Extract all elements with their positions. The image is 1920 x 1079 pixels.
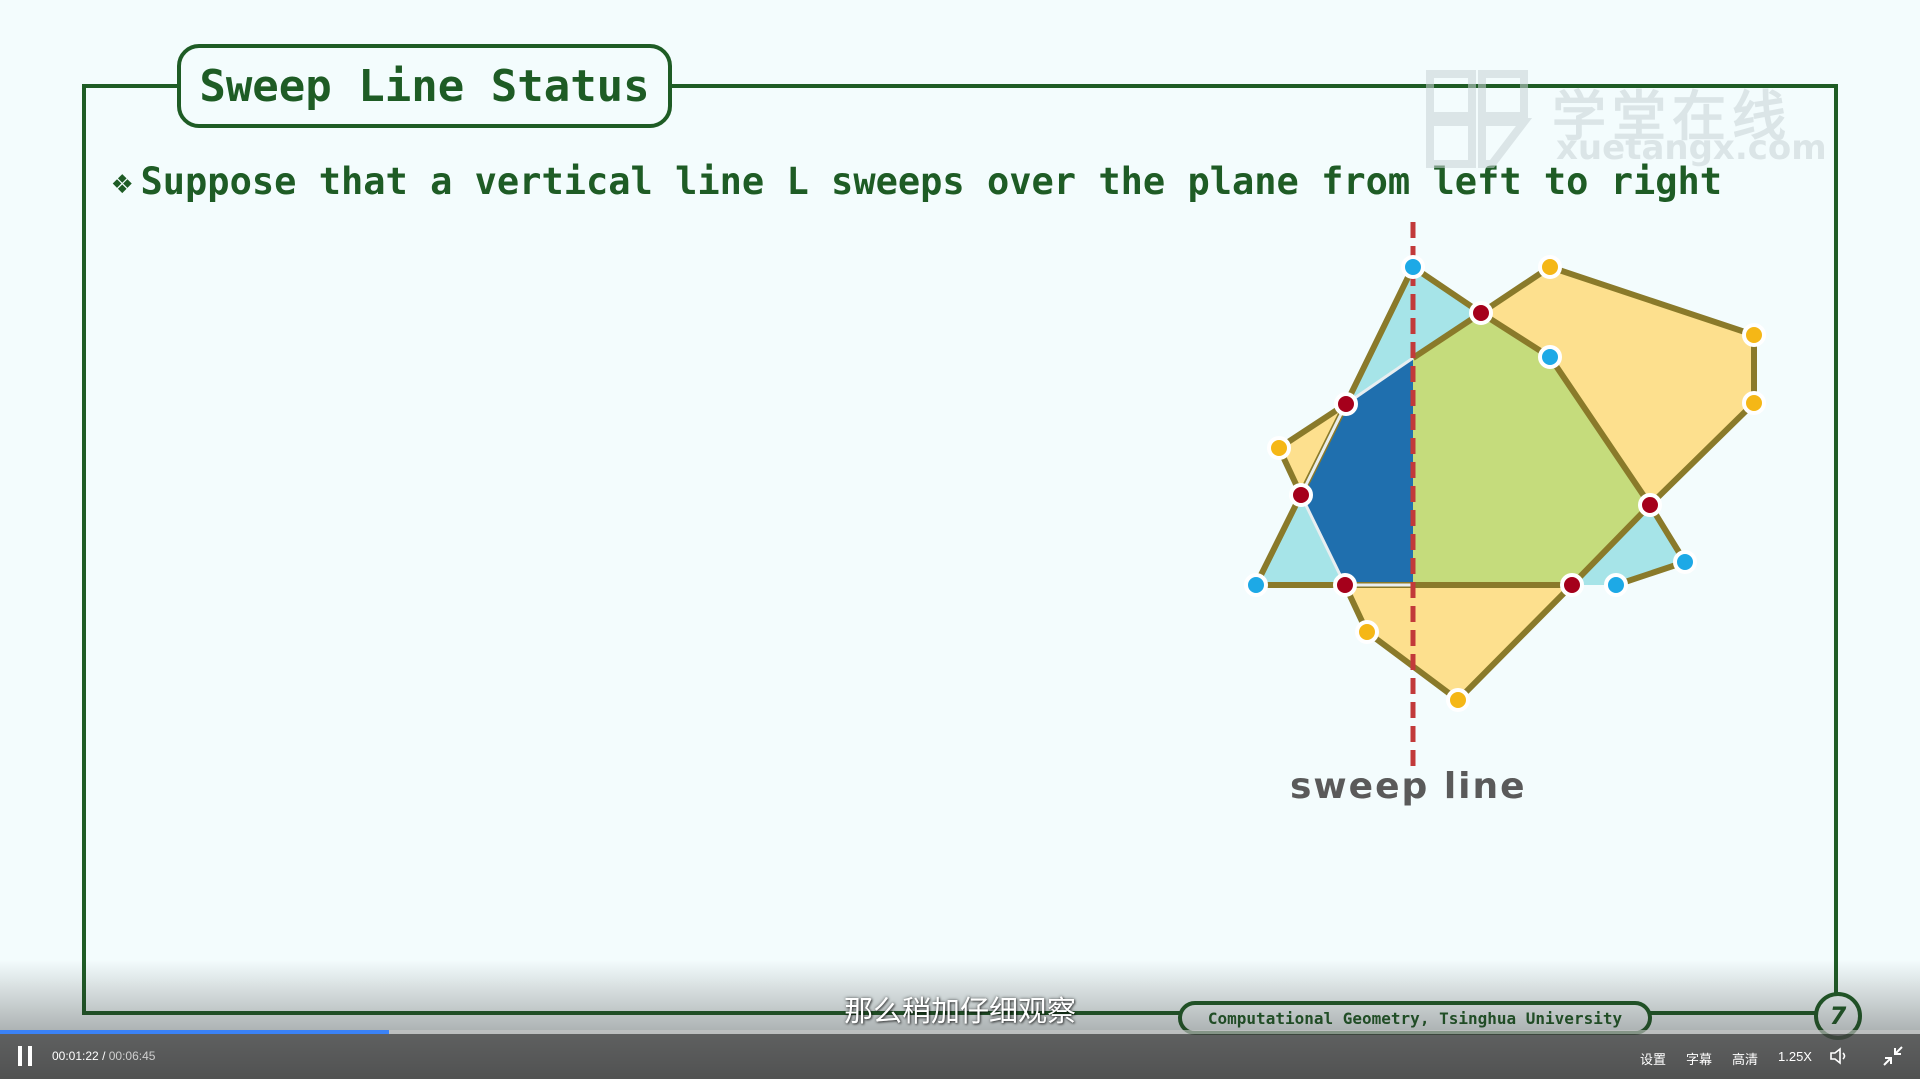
settings-button[interactable]: 设置	[1640, 1049, 1666, 1068]
intersection-point	[1638, 493, 1662, 517]
current-time: 00:01:22	[52, 1049, 99, 1063]
book-logo-icon	[1426, 70, 1533, 168]
exit-fullscreen-icon[interactable]	[1882, 1045, 1904, 1067]
event-point	[1604, 573, 1628, 597]
pause-icon[interactable]	[18, 1046, 34, 1066]
event-point	[1244, 573, 1268, 597]
sweep-line-label: sweep line	[1290, 766, 1527, 807]
event-point	[1742, 391, 1766, 415]
speed-button[interactable]: 1.25X	[1778, 1049, 1812, 1064]
event-point	[1355, 620, 1379, 644]
intersection-point	[1469, 301, 1493, 325]
intersection-point	[1334, 392, 1358, 416]
total-time: 00:06:45	[108, 1049, 156, 1063]
sweep-line-diagram	[1244, 222, 1766, 770]
intersection-point	[1289, 483, 1313, 507]
slide-title-box: Sweep Line Status	[177, 44, 672, 128]
volume-icon[interactable]	[1829, 1046, 1851, 1066]
player-controls: 00:01:22 / 00:06:45 设置 字幕 高清 1.25X	[0, 1034, 1920, 1079]
intersection-point	[1333, 573, 1357, 597]
watermark-logo: 学堂在线 xuetangx.com	[1422, 64, 1827, 174]
quality-button[interactable]: 高清	[1732, 1049, 1758, 1068]
captions-button[interactable]: 字幕	[1686, 1049, 1712, 1068]
event-point	[1673, 550, 1697, 574]
slide: Sweep Line Status ❖ Suppose that a verti…	[0, 0, 1920, 1079]
event-point	[1538, 345, 1562, 369]
intersection-point	[1560, 573, 1584, 597]
event-point	[1401, 255, 1425, 279]
slide-title: Sweep Line Status	[199, 60, 650, 112]
event-point	[1446, 688, 1470, 712]
diamond-bullet-icon: ❖	[112, 161, 133, 202]
event-point	[1742, 323, 1766, 347]
watermark-url: xuetangx.com	[1556, 128, 1827, 168]
time-separator: /	[102, 1049, 106, 1063]
video-subtitle: 那么稍加仔细观察	[843, 994, 1076, 1028]
event-point	[1538, 255, 1562, 279]
time-display: 00:01:22 / 00:06:45	[52, 1049, 155, 1063]
event-point	[1267, 436, 1291, 460]
